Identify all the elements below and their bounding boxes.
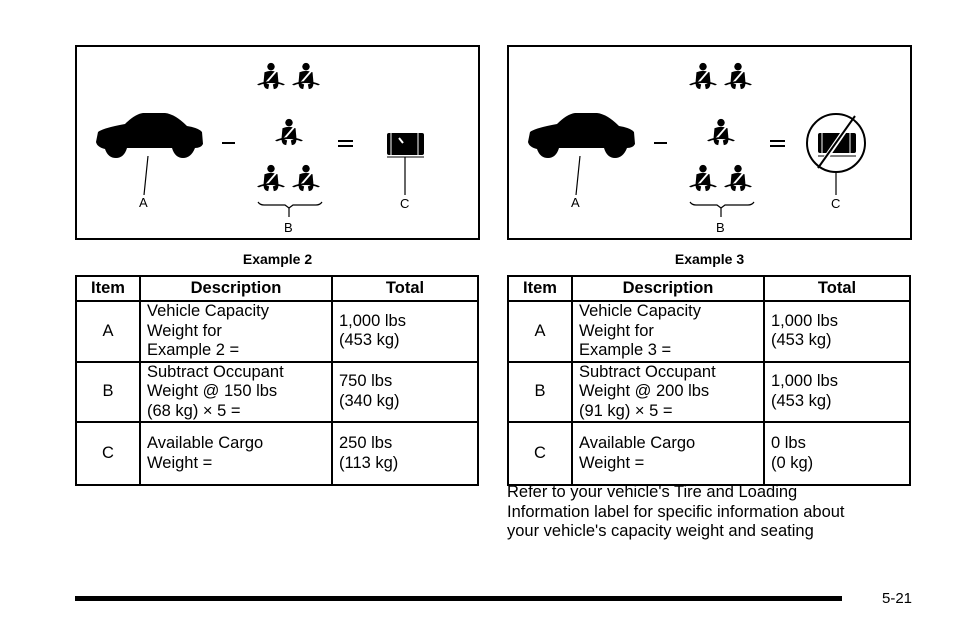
table-row: C Available Cargo Weight = 0 lbs (0 kg) <box>507 421 911 486</box>
seatbelt-occupant-icon <box>257 61 285 91</box>
seatbelt-occupant-icon <box>724 163 752 193</box>
cell-total: 0 lbs (0 kg) <box>763 421 911 486</box>
cell-item: C <box>75 421 141 486</box>
cell-description: Available Cargo Weight = <box>139 421 333 486</box>
label-a: A <box>139 195 148 210</box>
example-2-figure: A B C <box>75 45 480 240</box>
table-row: A Vehicle Capacity Weight for Example 2 = … <box>75 300 479 363</box>
cell-total: 1,000 lbs (453 kg) <box>331 300 479 363</box>
label-c: C <box>831 196 840 211</box>
car-icon <box>96 113 203 158</box>
seatbelt-occupant-icon <box>257 163 285 193</box>
cell-total: 250 lbs (113 kg) <box>331 421 479 486</box>
no-cargo-icon <box>806 113 866 173</box>
body-paragraph: Refer to your vehicle's Tire and Loading… <box>507 483 845 540</box>
example-2-column: A B C Example 2 Item Description Total A… <box>75 45 480 486</box>
cell-item: B <box>507 360 573 423</box>
label-b: B <box>284 220 293 235</box>
cell-description: Available Cargo Weight = <box>571 421 765 486</box>
minus-sign <box>654 142 667 144</box>
figure-caption: Example 3 <box>674 251 745 267</box>
table-row: A Vehicle Capacity Weight for Example 3 = … <box>507 300 911 363</box>
label-c: C <box>400 196 409 211</box>
header-total: Total <box>763 275 911 302</box>
cell-item: B <box>75 360 141 423</box>
car-icon <box>528 113 635 158</box>
cell-item: C <box>507 421 573 486</box>
weight-table: Item Description Total A Vehicle Capacit… <box>75 275 479 486</box>
header-item: Item <box>507 275 573 302</box>
cell-description: Subtract Occupant Weight @ 200 lbs (91 kg)… <box>571 360 765 423</box>
label-b: B <box>716 220 725 235</box>
table-row: C Available Cargo Weight = 250 lbs (113 kg… <box>75 421 479 486</box>
equals-sign <box>770 145 785 147</box>
seatbelt-occupant-icon <box>292 61 320 91</box>
weight-table: Item Description Total A Vehicle Capacit… <box>507 275 911 486</box>
header-description: Description <box>571 275 765 302</box>
cargo-trunk-icon <box>387 133 424 158</box>
seatbelt-occupant-icon <box>275 117 303 147</box>
cell-total: 1,000 lbs (453 kg) <box>763 360 911 423</box>
table-row: B Subtract Occupant Weight @ 150 lbs (68 k… <box>75 360 479 423</box>
seatbelt-occupant-icon <box>724 61 752 91</box>
example-3-column: A B C Example 3 Item Description Total A… <box>507 45 912 486</box>
figure-caption: Example 2 <box>242 251 313 267</box>
table-row: B Subtract Occupant Weight @ 200 lbs (91 k… <box>507 360 911 423</box>
seatbelt-occupant-icon <box>707 117 735 147</box>
minus-sign <box>222 142 235 144</box>
bracket <box>689 201 755 209</box>
label-a: A <box>571 195 580 210</box>
example-3-figure: A B C <box>507 45 912 240</box>
cell-description: Vehicle Capacity Weight for Example 3 = <box>571 300 765 363</box>
cell-total: 1,000 lbs (453 kg) <box>763 300 911 363</box>
cell-description: Subtract Occupant Weight @ 150 lbs (68 kg)… <box>139 360 333 423</box>
bracket <box>257 201 323 209</box>
equals-sign <box>338 145 353 147</box>
header-total: Total <box>331 275 479 302</box>
seatbelt-occupant-icon <box>689 163 717 193</box>
page-number: 5-21 <box>882 590 913 607</box>
header-item: Item <box>75 275 141 302</box>
cell-description: Vehicle Capacity Weight for Example 2 = <box>139 300 333 363</box>
seatbelt-occupant-icon <box>292 163 320 193</box>
header-description: Description <box>139 275 333 302</box>
cell-total: 750 lbs (340 kg) <box>331 360 479 423</box>
seatbelt-occupant-icon <box>689 61 717 91</box>
cell-item: A <box>75 300 141 363</box>
footer-rule <box>75 596 842 601</box>
cell-item: A <box>507 300 573 363</box>
